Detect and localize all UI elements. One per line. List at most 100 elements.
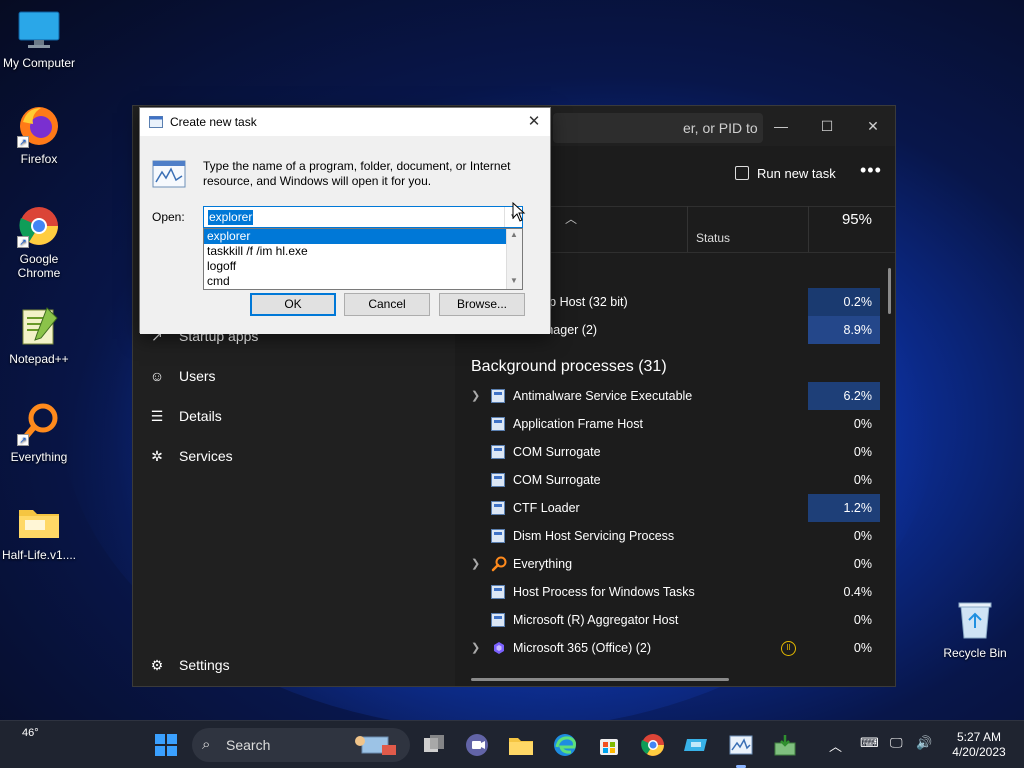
process-search-box[interactable]: er, or PID to s... <box>553 113 763 166</box>
process-name: Microsoft (R) Aggregator Host <box>513 613 679 627</box>
open-combobox[interactable]: explorer ▼ <box>203 206 523 228</box>
clock[interactable]: 5:27 AM 4/20/2023 <box>944 730 1014 760</box>
process-row[interactable]: Application Frame Host 0% <box>455 410 895 438</box>
desktop-icon-label: Google Chrome <box>17 252 61 280</box>
close-icon[interactable]: ✕ <box>522 110 546 134</box>
process-cpu: 0% <box>853 473 872 487</box>
nav-label: Details <box>179 408 222 424</box>
process-cpu: 0% <box>853 613 872 627</box>
process-row[interactable]: COM Surrogate 0% <box>455 438 895 466</box>
minimize-icon[interactable]: — <box>761 112 801 140</box>
horizontal-scrollbar[interactable] <box>471 678 729 681</box>
ok-button[interactable]: OK <box>250 293 336 316</box>
status-header-label: Status <box>696 231 731 245</box>
process-row[interactable]: Microsoft (R) Aggregator Host 0% <box>455 606 895 634</box>
network-icon[interactable]: 🖵 <box>890 735 903 751</box>
sort-chevron-icon[interactable]: ︿ <box>565 210 577 227</box>
shortcut-arrow-icon: ↗ <box>17 136 29 148</box>
column-header-status[interactable]: Status <box>687 206 807 252</box>
expand-chevron-icon[interactable]: ❯ <box>471 634 480 662</box>
nav-users[interactable]: ☺ Users <box>147 358 216 394</box>
maximize-icon[interactable]: ☐ <box>807 112 847 140</box>
process-cpu: 0% <box>808 410 880 438</box>
desktop-icon-everything[interactable]: ↗ Everything <box>0 402 78 464</box>
dialog-description: Type the name of a program, folder, docu… <box>203 159 511 188</box>
desktop-icon-recycle-bin[interactable]: Recycle Bin <box>936 598 1014 660</box>
process-row[interactable]: ❯ Everything 0% <box>455 550 895 578</box>
dropdown-scrollbar[interactable]: ▲ ▼ <box>506 229 522 289</box>
process-name: Host Process for Windows Tasks <box>513 585 695 599</box>
search-label: Search <box>226 737 271 753</box>
process-cpu: 0% <box>853 529 872 543</box>
desktop-icon-halflife[interactable]: Half-Life.v1.... <box>0 500 78 562</box>
process-name: COM Surrogate <box>513 445 601 459</box>
start-button[interactable] <box>150 729 182 761</box>
process-icon <box>491 529 505 543</box>
dialog-title: Create new task <box>170 115 257 129</box>
shortcut-arrow-icon: ↗ <box>17 236 29 248</box>
search-icon: ⌕ <box>202 736 211 753</box>
edge-icon[interactable] <box>549 729 581 761</box>
notepadpp-icon <box>17 304 61 348</box>
process-row[interactable]: Host Process for Windows Tasks 0.4% <box>455 578 895 606</box>
desktop-icon-firefox[interactable]: ↗ Firefox <box>0 104 78 166</box>
desktop-icon-my-computer[interactable]: My Computer <box>0 8 78 70</box>
more-options-icon[interactable]: ••• <box>860 160 882 181</box>
nav-services[interactable]: ✲ Services <box>147 438 233 474</box>
nav-settings[interactable]: ⚙ Settings <box>147 647 230 683</box>
taskbar-search[interactable]: ⌕ Search <box>192 728 410 762</box>
nav-label: Settings <box>179 657 230 673</box>
nav-details[interactable]: ☰ Details <box>147 398 222 434</box>
process-row[interactable]: CTF Loader 1.2% <box>455 494 895 522</box>
process-cpu: 8.9% <box>808 316 880 344</box>
scroll-down-icon[interactable]: ▼ <box>510 276 518 285</box>
chrome-icon[interactable] <box>637 729 669 761</box>
installer-icon[interactable] <box>769 729 801 761</box>
column-header-cpu[interactable]: 95% <box>808 206 880 252</box>
task-manager-taskbar-icon[interactable] <box>725 729 757 768</box>
dropdown-item[interactable]: cmd <box>204 274 506 289</box>
expand-chevron-icon[interactable]: ❯ <box>471 550 480 578</box>
close-icon[interactable]: ✕ <box>853 112 893 140</box>
file-explorer-icon[interactable] <box>505 729 537 761</box>
dropdown-item[interactable]: taskkill /f /im hl.exe <box>204 244 506 259</box>
browse-button[interactable]: Browse... <box>439 293 525 316</box>
dropdown-item[interactable]: logoff <box>204 259 506 274</box>
open-input-value[interactable]: explorer <box>208 210 254 225</box>
volume-icon[interactable]: 🔊 <box>916 735 932 751</box>
process-icon <box>491 585 505 599</box>
process-row[interactable]: Dism Host Servicing Process 0% <box>455 522 895 550</box>
vertical-scrollbar[interactable] <box>888 268 891 314</box>
run-new-task-label: Run new task <box>757 166 836 181</box>
office-icon <box>492 641 506 655</box>
store-icon[interactable] <box>593 729 625 761</box>
process-name: COM Surrogate <box>513 473 601 487</box>
process-name: Application Frame Host <box>513 417 643 431</box>
run-new-task-button[interactable]: Run new task <box>735 166 836 181</box>
desktop-icon-notepadpp[interactable]: Notepad++ <box>0 304 78 366</box>
mouse-cursor-icon <box>512 201 526 222</box>
cancel-button[interactable]: Cancel <box>344 293 430 316</box>
process-row[interactable]: ❯ Antimalware Service Executable 6.2% <box>455 382 895 410</box>
teams-chat-icon[interactable] <box>461 729 493 761</box>
process-cpu: 0% <box>853 557 872 571</box>
scroll-up-icon[interactable]: ▲ <box>510 230 518 239</box>
shortcut-arrow-icon: ↗ <box>17 434 29 446</box>
expand-chevron-icon[interactable]: ❯ <box>471 382 480 410</box>
weather-widget[interactable]: 46° <box>22 727 39 739</box>
dropdown-item[interactable]: explorer <box>204 229 506 244</box>
process-row[interactable]: ❯ Microsoft 365 (Office) (2) II 0% <box>455 634 895 662</box>
monitor-icon <box>17 8 61 52</box>
task-view-icon[interactable] <box>418 729 450 761</box>
run-icon <box>149 116 163 128</box>
folder-icon <box>17 500 61 544</box>
chevron-up-icon[interactable]: ︿ <box>829 736 842 755</box>
desktop-icon-label: Everything <box>10 450 68 464</box>
process-row[interactable]: COM Surrogate 0% <box>455 466 895 494</box>
snipping-tool-icon[interactable] <box>681 729 713 761</box>
keyboard-icon[interactable]: ⌨ <box>860 735 879 751</box>
dialog-titlebar[interactable]: Create new task ✕ <box>140 108 550 136</box>
desktop-icon-chrome[interactable]: ↗ Google Chrome <box>0 204 78 280</box>
run-program-icon <box>152 160 186 188</box>
dialog-body: Type the name of a program, folder, docu… <box>140 136 550 334</box>
